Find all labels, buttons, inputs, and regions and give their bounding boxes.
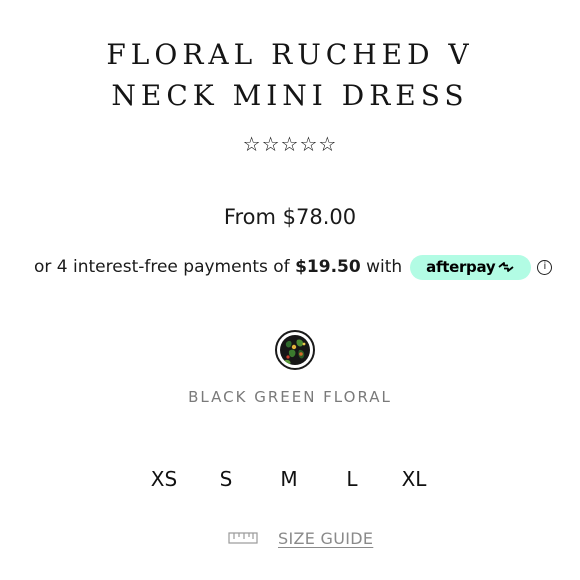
- floral-swatch-icon: [280, 335, 310, 365]
- afterpay-logo-text: afterpay: [426, 258, 496, 276]
- product-title: FLORAL RUCHED V NECK MINI DRESS: [0, 34, 580, 116]
- selected-color-name: BLACK GREEN FLORAL: [188, 388, 392, 406]
- product-title-line-1: FLORAL RUCHED V: [106, 38, 474, 71]
- size-selector: XS S M L XL: [0, 467, 580, 495]
- installments-prefix: or 4 interest-free payments of: [34, 257, 290, 277]
- afterpay-arrows-icon: [498, 262, 514, 272]
- installment-amount: $19.50: [295, 257, 361, 277]
- size-option-l[interactable]: L: [327, 467, 377, 491]
- afterpay-installments: or 4 interest-free payments of $19.50 wi…: [34, 254, 553, 280]
- star-rating[interactable]: ☆☆☆☆☆: [0, 132, 580, 156]
- size-guide-link[interactable]: SIZE GUIDE: [228, 527, 373, 549]
- info-icon[interactable]: i: [537, 259, 553, 275]
- size-option-xs[interactable]: XS: [139, 467, 189, 491]
- size-option-xl[interactable]: XL: [389, 467, 439, 491]
- size-guide-label: SIZE GUIDE: [278, 528, 374, 548]
- installments-suffix: with: [366, 257, 403, 277]
- size-option-s[interactable]: S: [201, 467, 251, 491]
- afterpay-logo: afterpay: [410, 254, 532, 280]
- ruler-icon: [228, 532, 258, 544]
- product-price: From $78.00: [223, 205, 357, 229]
- size-option-m[interactable]: M: [264, 467, 314, 491]
- color-swatch-black-green-floral[interactable]: [275, 330, 315, 370]
- product-title-line-2: NECK MINI DRESS: [111, 79, 469, 112]
